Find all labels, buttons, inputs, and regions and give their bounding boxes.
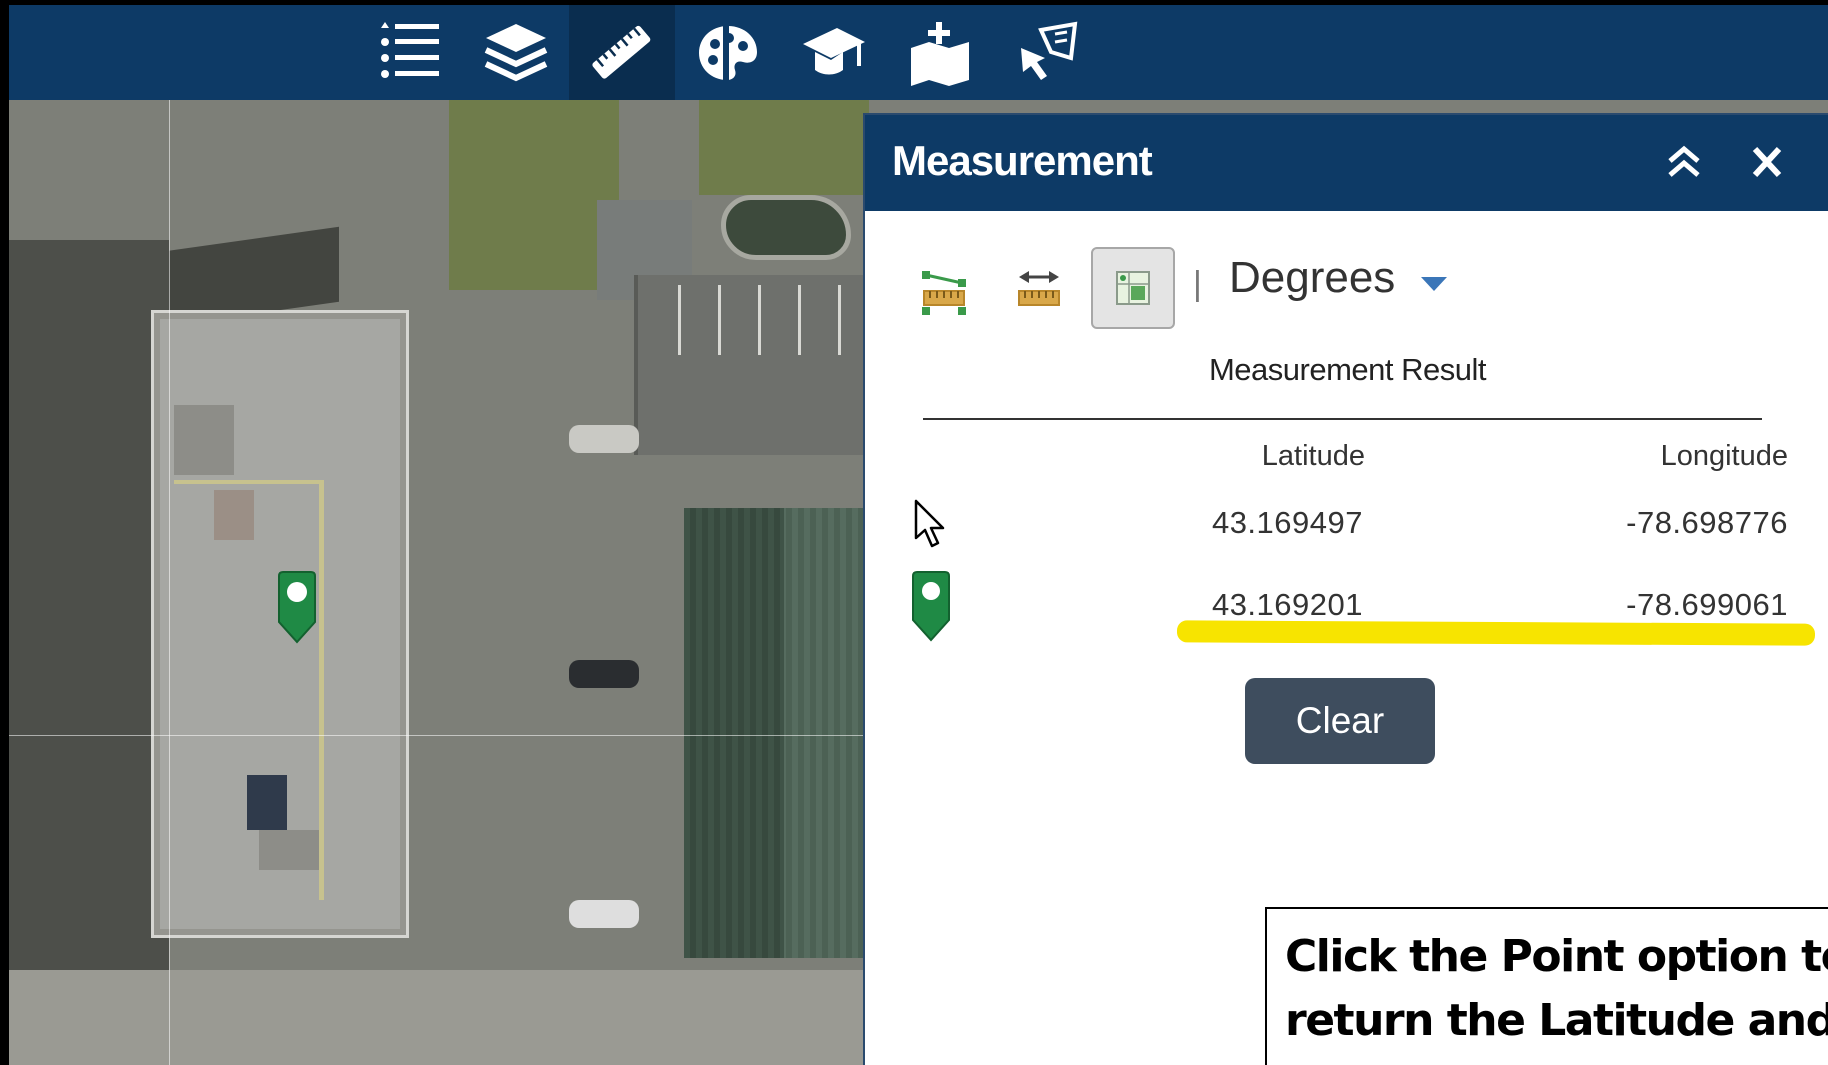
measure-button[interactable] [569,5,675,100]
add-data-button[interactable] [887,5,993,100]
add-data-map-icon [911,21,969,86]
map-parking-stripe [718,285,721,355]
map-point-pin-icon[interactable] [275,570,319,644]
layers-button[interactable] [463,5,569,100]
map-grass [449,100,619,290]
layers-icon [484,23,548,81]
cursor-icon [914,499,945,548]
location-tool-button[interactable] [1091,247,1175,329]
highlight-mark [1176,620,1816,646]
map-parking-stripe [838,285,841,355]
map-roof-line [319,480,324,900]
map-roof-line [174,480,324,484]
select-button[interactable] [993,5,1099,100]
instruction-text: Click the Point option to return the Lat… [1285,931,1828,1065]
basemap-palette-icon [699,21,757,84]
map-parking-stripe [758,285,761,355]
instruction-callout: Click the Point option to return the Lat… [1265,907,1828,1065]
top-toolbar [9,5,1828,100]
learn-button[interactable] [781,5,887,100]
latitude-header: Latitude [1261,440,1365,472]
select-features-icon [1021,21,1078,80]
panel-header: Measurement [865,115,1828,211]
map-shadow [9,240,169,1065]
cursor-longitude: -78.698776 [1626,505,1788,540]
clear-button[interactable]: Clear [1245,678,1435,764]
result-title: Measurement Result [1208,352,1487,387]
result-divider [923,418,1762,420]
toolbar-separator: | [1193,265,1202,303]
app-frame: Measurement | Degrees Measurement Result… [9,5,1828,1065]
map-car [569,660,639,688]
learn-graduation-cap-icon [803,27,865,74]
panel-title: Measurement [892,137,1153,184]
map-crosshair-horizontal [9,735,869,736]
ruler-measure-icon [592,25,651,79]
longitude-header: Longitude [1660,440,1788,472]
map-car [569,900,639,928]
legend-list-icon [381,21,439,78]
map-pond [721,195,851,260]
chevron-down-icon[interactable] [1421,277,1447,291]
map-pin-icon [912,571,950,642]
collapse-chevron-icon[interactable] [1664,137,1704,187]
map-car [569,425,639,453]
map-parking-stripe [798,285,801,355]
map-crosshair-vertical [169,100,170,1065]
map-roof-unit [259,830,319,870]
cursor-latitude: 43.169497 [1211,505,1363,540]
map-grass [699,100,869,195]
map-road [9,970,869,1065]
close-icon[interactable] [1747,139,1787,185]
unit-dropdown[interactable]: Degrees [1229,253,1395,303]
legend-button[interactable] [357,5,463,100]
map-parking-stripe [678,285,681,355]
point-latitude: 43.169201 [1211,587,1363,622]
distance-tool-icon[interactable] [1015,267,1063,317]
map-roof-unit [247,775,287,830]
point-longitude: -78.699061 [1626,587,1788,622]
basemap-button[interactable] [675,5,781,100]
map-parking-lot [634,275,868,455]
map-roof-unit [214,490,254,540]
location-tool-icon [1116,271,1150,305]
map-green-roof [684,508,784,958]
map-roof-unit [174,405,234,475]
area-tool-icon[interactable] [920,267,968,317]
